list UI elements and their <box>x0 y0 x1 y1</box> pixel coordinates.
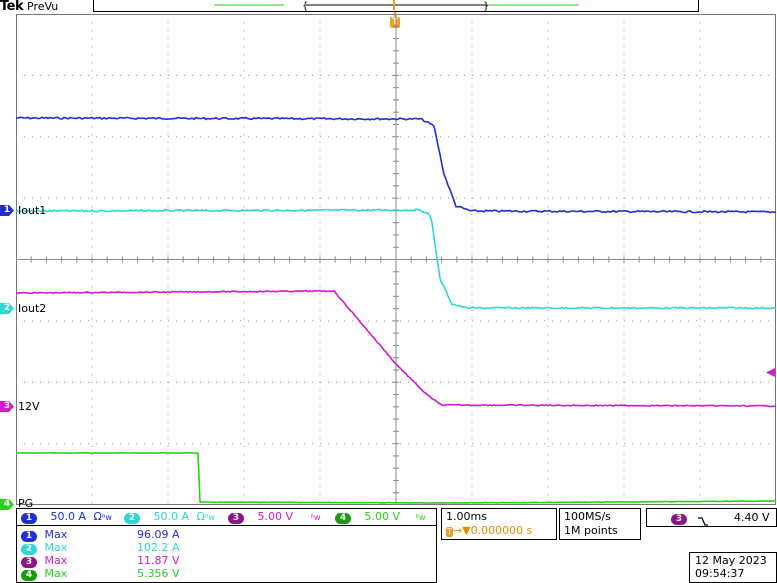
graticule-and-traces <box>15 13 777 506</box>
date-text: 12 May 2023 <box>695 554 767 567</box>
brand-logo: Tek <box>0 0 24 14</box>
measurement-row: 1 Max <box>21 528 67 542</box>
channel-3-label: 12V <box>18 400 40 413</box>
record-view-bar[interactable]: { } <box>93 0 699 12</box>
channel-2-label: Iout2 <box>18 302 47 315</box>
ch3-bw-icon: ᴮw <box>310 513 321 522</box>
ch2-coupling-icon: Ω <box>196 510 205 523</box>
measurement-value: 11.87 V <box>137 554 180 567</box>
trigger-panel[interactable]: 3 4.40 V <box>646 508 777 527</box>
acquisition-status: PreVu <box>27 0 59 13</box>
vertical-settings-bar[interactable]: 1 50.0 A Ωᴮw 2 50.0 A Ωᴮw 3 5.00 V ᴮw 4 … <box>16 508 437 526</box>
channel-1-label: Iout1 <box>18 204 47 217</box>
ch4-setting[interactable]: 4 5.00 V ᴮw <box>335 510 426 524</box>
sample-rate: 100MS/s <box>564 510 611 523</box>
ch2-setting[interactable]: 2 50.0 A Ωᴮw <box>124 510 215 524</box>
ch1-coupling-icon: Ω <box>93 510 102 523</box>
trigger-level-arrow-icon <box>766 368 775 377</box>
ch2-bw-icon: ᴮw <box>204 513 215 522</box>
position-arrow-icon: →▼ <box>452 524 471 537</box>
measurements-panel[interactable]: 1 Max 96.09 A 2 Max 102.2 A 3 Max 11.87 … <box>16 525 437 583</box>
timebase-panel[interactable]: 1.00ms T→▼0.000000 s <box>441 508 557 540</box>
trigger-level: 4.40 V <box>734 511 770 524</box>
horizontal-position: T→▼0.000000 s <box>446 524 533 537</box>
ch3-setting[interactable]: 3 5.00 V ᴮw <box>228 510 321 524</box>
svg-text:}: } <box>483 1 489 11</box>
channel-3-marker[interactable]: 3 <box>0 401 14 412</box>
timebase-scale: 1.00ms <box>446 510 487 523</box>
measurement-value: 5.356 V <box>137 567 180 580</box>
trigger-source: 3 <box>671 511 687 525</box>
trigger-level-marker[interactable] <box>766 362 775 381</box>
trigger-position-icon: T <box>446 527 453 537</box>
ch1-setting[interactable]: 1 50.0 A Ωᴮw <box>21 510 112 524</box>
measurement-value: 96.09 A <box>137 528 180 541</box>
svg-text:{: { <box>302 1 308 11</box>
measurement-row: 3 Max <box>21 554 67 568</box>
measurement-value: 102.2 A <box>137 541 180 554</box>
acquisition-panel[interactable]: 100MS/s 1M points <box>559 508 641 540</box>
datetime-panel: 12 May 2023 09:54:37 <box>689 552 777 583</box>
time-text: 09:54:37 <box>695 567 745 580</box>
channel-4-marker[interactable]: 4 <box>0 499 14 510</box>
channel-1-marker[interactable]: 1 <box>0 205 14 216</box>
ch4-bw-icon: ᴮw <box>415 513 426 522</box>
falling-edge-icon <box>697 512 709 531</box>
measurement-row: 2 Max <box>21 541 67 555</box>
channel-2-marker[interactable]: 2 <box>0 303 14 314</box>
record-length: 1M points <box>564 524 618 537</box>
measurement-row: 4 Max <box>21 567 67 581</box>
ch1-bw-icon: ᴮw <box>101 513 112 522</box>
waveform-display[interactable] <box>15 13 777 506</box>
record-view-graphic: { } <box>214 0 579 11</box>
